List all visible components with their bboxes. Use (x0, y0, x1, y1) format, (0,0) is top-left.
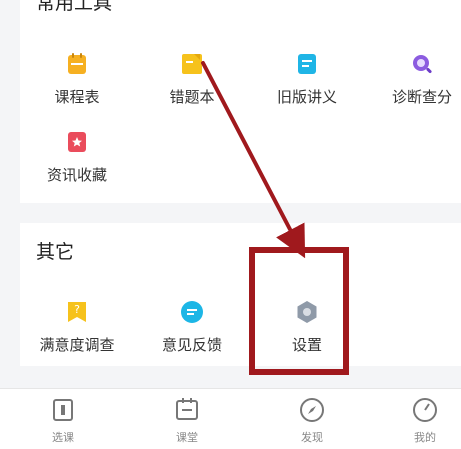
tool-old-handouts-label: 旧版讲义 (276, 88, 337, 106)
other-settings[interactable]: 设置 (252, 300, 362, 355)
tool-mistake-book-label: 错题本 (169, 88, 215, 106)
mine-icon (413, 398, 437, 422)
course-select-icon (53, 399, 73, 421)
other-feedback-label: 意见反馈 (161, 336, 222, 354)
star-bookmark-icon (68, 132, 86, 152)
tool-news-favorites[interactable]: 资讯收藏 (22, 130, 132, 185)
tab-course-select-label: 选课 (52, 431, 74, 444)
tool-mistake-book[interactable]: 错题本 (137, 52, 247, 107)
tab-classroom-label: 课堂 (176, 431, 198, 444)
tool-diagnosis-label: 诊断查分 (391, 88, 452, 106)
calendar-icon (68, 53, 86, 74)
tab-mine-label: 我的 (414, 431, 436, 444)
other-settings-label: 设置 (291, 336, 322, 354)
bottom-tab-bar: 选课 课堂 发现 我的 (0, 388, 461, 449)
other-feedback[interactable]: 意见反馈 (137, 300, 247, 355)
settings-hexagon-icon (297, 301, 317, 323)
feedback-icon (181, 301, 203, 323)
tool-news-favorites-label: 资讯收藏 (46, 166, 107, 184)
tab-course-select[interactable]: 选课 (28, 397, 98, 445)
svg-text:?: ? (74, 303, 80, 316)
common-tools-card: 常用工具 课程表 错题本 旧版讲义 诊断查分 资讯收藏 (20, 0, 461, 203)
document-icon (298, 54, 316, 74)
compass-icon (300, 398, 324, 422)
tool-diagnosis[interactable]: 诊断查分 (367, 52, 461, 107)
tab-discover-label: 发现 (301, 431, 323, 444)
tab-mine[interactable]: 我的 (390, 397, 460, 445)
tool-old-handouts[interactable]: 旧版讲义 (252, 52, 362, 107)
magnifier-icon (413, 55, 432, 74)
other-title: 其它 (36, 241, 75, 263)
other-card: 其它 ? 满意度调查 意见反馈 设置 (20, 223, 461, 366)
notebook-icon (182, 54, 202, 74)
common-tools-title: 常用工具 (36, 0, 113, 14)
tool-schedule[interactable]: 课程表 (22, 52, 132, 107)
other-survey[interactable]: ? 满意度调查 (22, 300, 132, 355)
classroom-icon (176, 398, 198, 420)
other-survey-label: 满意度调查 (39, 336, 115, 354)
tool-schedule-label: 课程表 (54, 88, 100, 106)
tab-discover[interactable]: 发现 (277, 397, 347, 445)
survey-icon: ? (68, 302, 86, 322)
tab-classroom[interactable]: 课堂 (152, 397, 222, 445)
